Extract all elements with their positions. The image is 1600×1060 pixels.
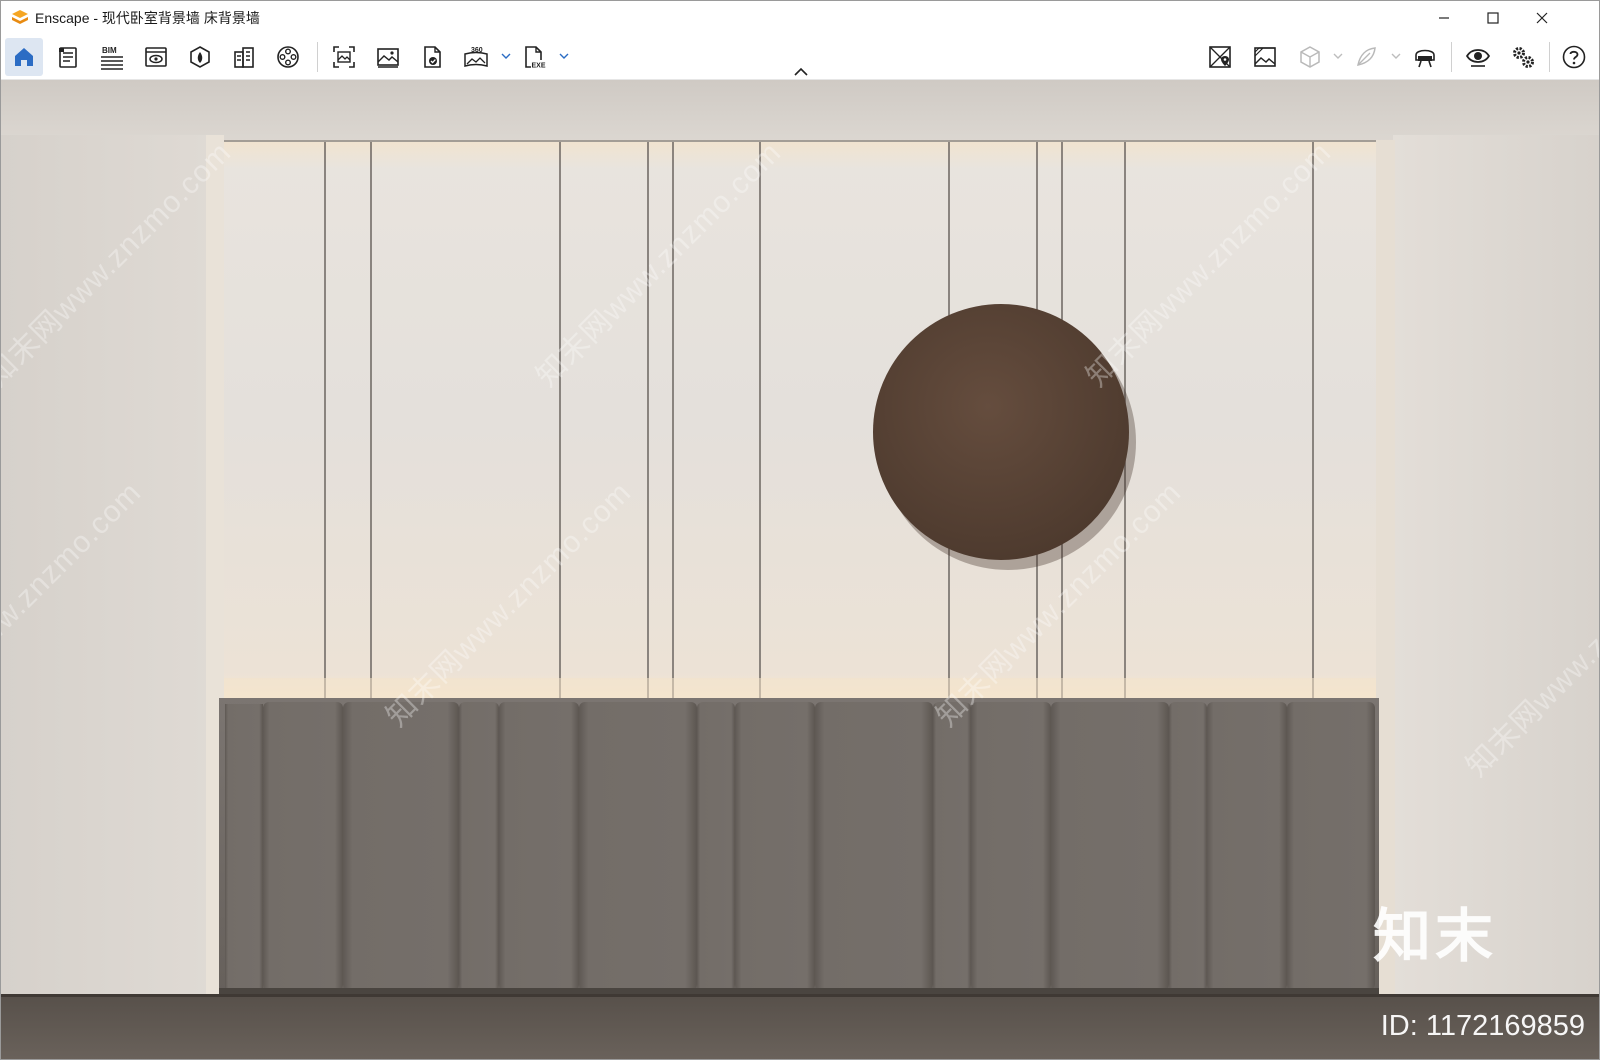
svg-text:EXE: EXE: [532, 63, 546, 70]
map-button[interactable]: [1201, 38, 1239, 76]
render-viewport[interactable]: 知末网www.znzmo.com 知末网www.znzmo.com 知末网www…: [1, 80, 1599, 1059]
settings-button[interactable]: [1504, 38, 1542, 76]
bim-icon: BIM: [101, 46, 123, 70]
window-title: Enscape - 现代卧室背景墙 床背景墙: [35, 9, 260, 26]
home-button[interactable]: [5, 38, 43, 76]
help-icon: [1562, 45, 1586, 69]
close-button[interactable]: [1519, 1, 1565, 34]
building-icon: [234, 47, 254, 68]
minimize-button[interactable]: [1421, 1, 1467, 34]
video-reel-icon: [277, 46, 299, 68]
hatch-image-icon: [1254, 47, 1276, 67]
visual-settings-icon: [145, 47, 167, 67]
panorama-dropdown[interactable]: [500, 49, 512, 63]
toolbar-separator: [1549, 42, 1550, 72]
view-button[interactable]: [1459, 38, 1497, 76]
feather-button[interactable]: [1347, 38, 1385, 76]
close-icon: [1536, 12, 1548, 23]
video-reel-button[interactable]: [269, 38, 307, 76]
maximize-icon: [1487, 11, 1499, 24]
title-bar: Enscape - 现代卧室背景墙 床背景墙: [1, 1, 1599, 34]
home-icon: [15, 48, 33, 66]
app-window: Enscape - 现代卧室背景墙 床背景墙 BIM 360 EXE 知末网ww…: [0, 0, 1600, 1060]
document-list-icon: [59, 47, 77, 68]
maximize-button[interactable]: [1470, 1, 1516, 34]
building-button[interactable]: [225, 38, 263, 76]
toolbar-collapse-toggle[interactable]: [790, 64, 812, 78]
settings-gears-icon: [1513, 47, 1534, 68]
map-pin-icon: [1209, 46, 1231, 68]
document-list-button[interactable]: [49, 38, 87, 76]
vr-headset-button[interactable]: [1406, 38, 1444, 76]
cube-view-dropdown[interactable]: [1332, 49, 1344, 63]
exe-dropdown[interactable]: [558, 49, 570, 63]
chevron-down-icon: [1391, 53, 1401, 59]
vr-headset-icon: [1415, 49, 1435, 68]
screenshot-button[interactable]: [325, 38, 363, 76]
asset-library-icon: [190, 46, 210, 68]
file-export-button[interactable]: [413, 38, 451, 76]
image-icon: [377, 48, 399, 68]
bim-button[interactable]: BIM: [93, 38, 131, 76]
visual-settings-button[interactable]: [137, 38, 175, 76]
chevron-down-icon: [1333, 53, 1343, 59]
minimize-icon: [1439, 16, 1449, 19]
help-button[interactable]: [1555, 38, 1593, 76]
cube-view-icon: [1300, 46, 1320, 68]
exe-export-button[interactable]: EXE: [515, 38, 553, 76]
file-export-icon: [424, 46, 441, 68]
toolbar-separator: [1451, 42, 1452, 72]
feather-icon: [1357, 47, 1376, 66]
cube-view-button[interactable]: [1291, 38, 1329, 76]
chevron-down-icon: [501, 53, 511, 59]
panorama-360-button[interactable]: 360: [457, 38, 495, 76]
asset-library-button[interactable]: [181, 38, 219, 76]
eye-icon: [1465, 49, 1491, 67]
panorama-360-icon: 360: [464, 47, 488, 67]
chevron-up-icon: [794, 67, 808, 76]
feather-dropdown[interactable]: [1390, 49, 1402, 63]
bedroom-wall-render: [1, 80, 1599, 1059]
enscape-logo-icon: [12, 9, 28, 24]
screenshot-icon: [333, 46, 355, 68]
hatch-image-button[interactable]: [1246, 38, 1284, 76]
chevron-down-icon: [559, 53, 569, 59]
exe-export-icon: EXE: [525, 46, 546, 70]
toolbar-separator: [317, 42, 318, 72]
svg-text:BIM: BIM: [102, 46, 117, 55]
image-button[interactable]: [369, 38, 407, 76]
